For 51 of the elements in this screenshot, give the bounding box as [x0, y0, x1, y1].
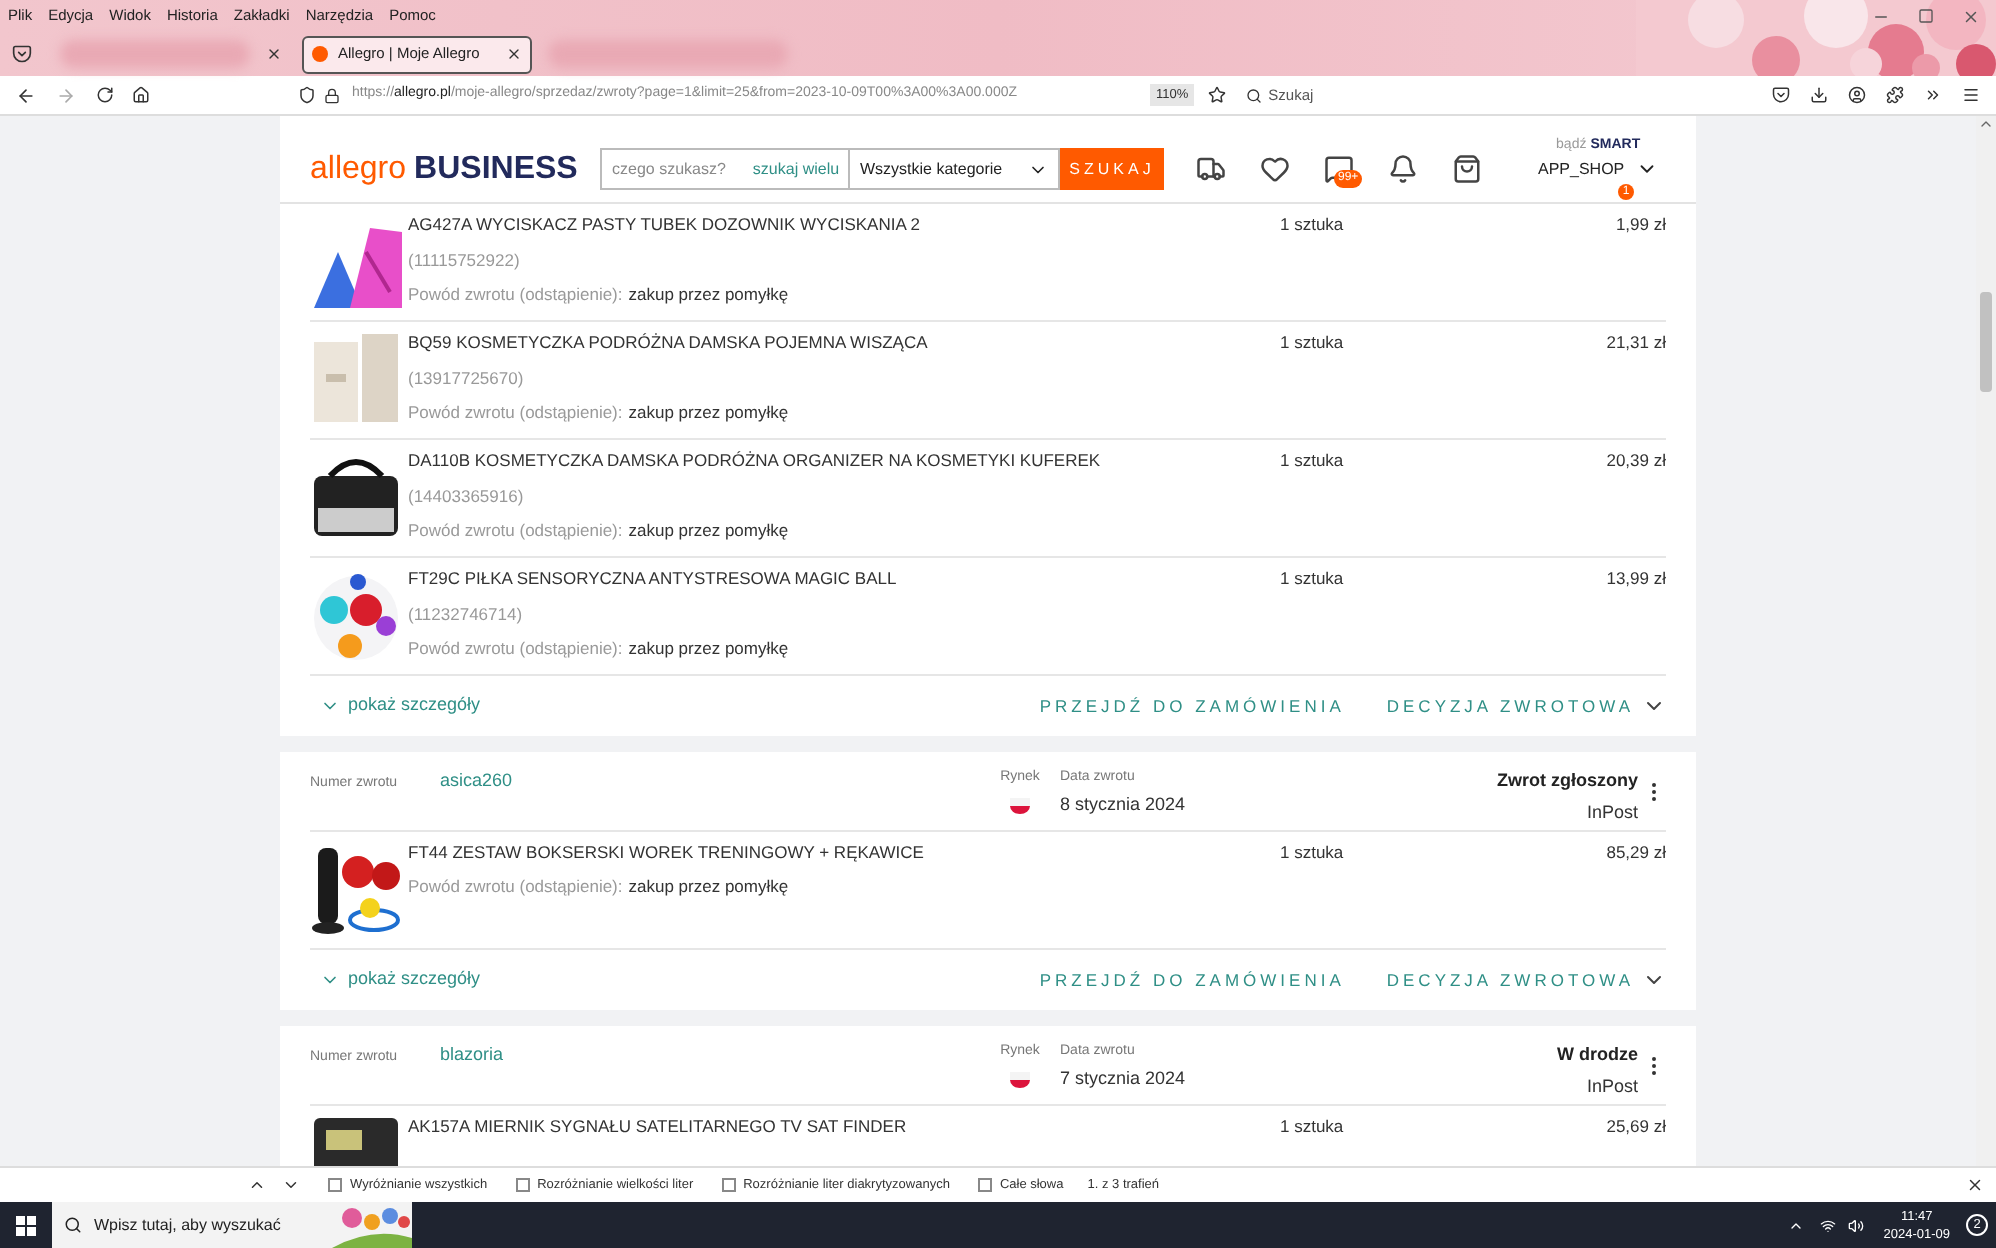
- product-id: (11232746714): [408, 602, 523, 626]
- product-title[interactable]: FT44 ZESTAW BOKSERSKI WOREK TRENINGOWY + RĘKAWICE: [408, 840, 1280, 864]
- go-to-order-link[interactable]: PRZEJDŹ DO ZAMÓWIENIA: [1039, 693, 1345, 719]
- show-details-button[interactable]: pokaż szczegóły: [320, 692, 481, 720]
- price: 1,99 zł: [1613, 212, 1666, 238]
- quantity: 1 sztuka: [1280, 840, 1346, 866]
- price: 13,99 zł: [1604, 566, 1666, 592]
- price: 25,69 zł: [1604, 1114, 1666, 1140]
- carrier: InPost: [1586, 1073, 1638, 1099]
- reason-label: Powód zwrotu (odstąpienie):: [408, 874, 623, 898]
- reason-label: Powód zwrotu (odstąpienie):: [408, 518, 623, 542]
- reason-value: zakup przez pomyłkę: [628, 874, 789, 898]
- return-date: 7 stycznia 2024: [1060, 1065, 1186, 1092]
- reason-label: Powód zwrotu (odstąpienie):: [408, 636, 623, 660]
- price: 20,39 zł: [1604, 448, 1666, 474]
- account-button[interactable]: APP_SHOP: [1538, 157, 1659, 182]
- show-details-button[interactable]: pokaż szczegóły: [320, 966, 481, 994]
- product-id: (11115752922): [408, 248, 520, 272]
- reason-value: zakup przez pomyłkę: [628, 518, 789, 542]
- quantity: 1 sztuka: [1280, 212, 1346, 238]
- return-number[interactable]: asica260: [440, 768, 988, 795]
- reason-label: Powód zwrotu (odstąpienie):: [408, 400, 623, 424]
- quantity: 1 sztuka: [1280, 330, 1346, 356]
- price: 85,29 zł: [1604, 840, 1666, 866]
- carrier: InPost: [1586, 799, 1638, 825]
- return-status: W drodze: [1557, 1042, 1638, 1068]
- price: 21,31 zł: [1604, 330, 1666, 356]
- quantity: 1 sztuka: [1280, 566, 1346, 592]
- return-status: Zwrot zgłoszony: [1497, 768, 1638, 794]
- logo[interactable]: allegro BUSINESS: [310, 145, 600, 193]
- category-select[interactable]: Wszystkie kategorie: [850, 148, 1060, 190]
- reason-value: zakup przez pomyłkę: [628, 400, 789, 424]
- product-id: (14403365916): [408, 484, 524, 508]
- return-number[interactable]: blazoria: [440, 1042, 988, 1069]
- reason-value: zakup przez pomyłkę: [628, 636, 789, 660]
- search-input[interactable]: Wpisz tutaj, aby wyszukać: [94, 1213, 294, 1237]
- product-title[interactable]: AG427A WYCISKACZ PASTY TUBEK DOZOWNIK WYCISKANIA 2: [408, 212, 1280, 236]
- return-decision-button[interactable]: DECYZJA ZWROTOWA: [1386, 967, 1666, 993]
- go-to-order-link[interactable]: PRZEJDŹ DO ZAMÓWIENIA: [1039, 967, 1345, 993]
- quantity: 1 sztuka: [1280, 448, 1346, 474]
- taskbar-search-bar[interactable]: Wpisz tutaj, aby wyszukać: [52, 1202, 412, 1248]
- product-title[interactable]: DA110B KOSMETYCZKA DAMSKA PODRÓŻNA ORGANIZER NA KOSMETYKI KUFEREK: [408, 448, 1280, 472]
- product-title[interactable]: BQ59 KOSMETYCZKA PODRÓŻNA DAMSKA POJEMNA WISZĄCA: [408, 330, 1280, 354]
- return-date: 8 stycznia 2024: [1060, 791, 1186, 818]
- product-title[interactable]: AK157A MIERNIK SYGNAŁU SATELITARNEGO TV SAT FINDER: [408, 1114, 1280, 1138]
- return-decision-button[interactable]: DECYZJA ZWROTOWA: [1386, 693, 1666, 719]
- quantity: 1 sztuka: [1280, 1114, 1346, 1140]
- product-title[interactable]: FT29C PIŁKA SENSORYCZNA ANTYSTRESOWA MAGIC BALL: [408, 566, 1280, 590]
- reason-label: Powód zwrotu (odstąpienie):: [408, 282, 623, 306]
- product-id: (13917725670): [408, 366, 524, 390]
- reason-value: zakup przez pomyłkę: [628, 282, 789, 306]
